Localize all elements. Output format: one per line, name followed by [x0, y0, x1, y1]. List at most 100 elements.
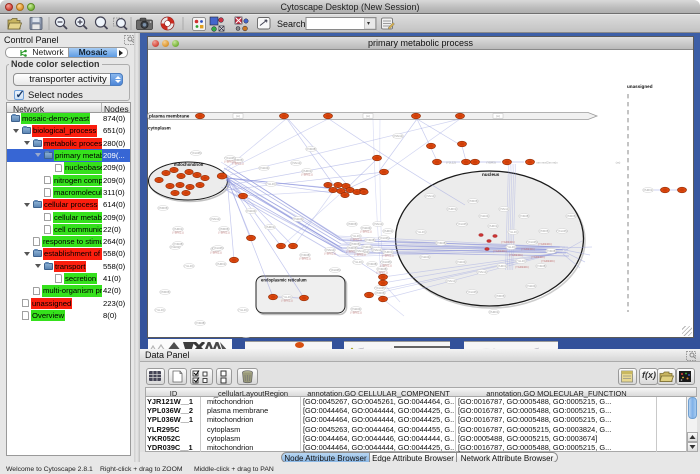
svg-text:(YDR05): (YDR05) — [160, 290, 170, 294]
svg-text:(YLL33): (YLL33) — [516, 259, 525, 263]
svg-text:(YOR28): (YOR28) — [546, 249, 556, 253]
svg-text:(YGR24): (YGR24) — [246, 209, 256, 213]
svg-text:(YDR05): (YDR05) — [566, 214, 576, 218]
svg-text:(YKL045): (YKL045) — [191, 151, 202, 155]
svg-text:(YHR01): (YHR01) — [216, 262, 226, 266]
svg-text:(YHR01): (YHR01) — [302, 169, 312, 173]
svg-text:(YKL045): (YKL045) — [379, 236, 390, 240]
svg-text:(YBR021): (YBR021) — [380, 264, 392, 268]
svg-text:(YDR05): (YDR05) — [347, 222, 357, 226]
svg-text:(YBR021): (YBR021) — [354, 253, 366, 257]
svg-text:(YBR021): (YBR021) — [350, 311, 362, 315]
svg-text:(YKL045): (YKL045) — [225, 156, 236, 160]
svg-text:(YHR01): (YHR01) — [383, 229, 393, 233]
svg-text:(YOR28): (YOR28) — [536, 264, 546, 268]
svg-text:(YDR3): (YDR3) — [486, 160, 495, 164]
svg-text:(YLL33): (YLL33) — [416, 230, 425, 234]
svg-text:(YGR240C): (YGR240C) — [531, 255, 545, 259]
svg-text:(YOR28): (YOR28) — [195, 321, 205, 325]
svg-text:(YGR240C): (YGR240C) — [501, 240, 515, 244]
svg-text:(YDR05): (YDR05) — [495, 294, 505, 298]
svg-text:(YOR28): (YOR28) — [519, 214, 529, 218]
svg-text:(YDR05): (YDR05) — [539, 229, 549, 233]
svg-text:(YGR240C): (YGR240C) — [493, 249, 507, 253]
svg-text:(YOR28): (YOR28) — [436, 241, 446, 245]
svg-text:(YGR240C): (YGR240C) — [515, 265, 529, 269]
svg-text:(YKL045): (YKL045) — [467, 290, 478, 294]
svg-text:(YHR01): (YHR01) — [489, 310, 499, 314]
svg-text:(YLL33): (YLL33) — [353, 260, 362, 264]
svg-text:(YBR021): (YBR021) — [324, 252, 336, 256]
svg-text:(YBR021): (YBR021) — [360, 230, 372, 234]
svg-text:(YKL045): (YKL045) — [457, 222, 468, 226]
svg-text:(YGR240C): (YGR240C) — [521, 247, 535, 251]
svg-text:(YML12): (YML12) — [372, 248, 382, 252]
svg-text:(YBR021): (YBR021) — [210, 251, 222, 255]
svg-text:(YGR240C): (YGR240C) — [509, 253, 523, 257]
svg-text:(YML12): (YML12) — [393, 134, 403, 138]
svg-text:(YGR24): (YGR24) — [351, 307, 361, 311]
svg-text:cytoplasm: cytoplasm — [148, 126, 171, 131]
svg-text:(YML12): (YML12) — [446, 279, 456, 283]
svg-text:(YML12): (YML12) — [425, 194, 435, 198]
svg-text:(YDR05): (YDR05) — [350, 242, 360, 246]
svg-text:mitochondrion: mitochondrion — [174, 162, 204, 167]
svg-text:(xx): (xx) — [496, 114, 500, 118]
svg-text:(YLL33): (YLL33) — [184, 264, 193, 268]
svg-text:(YOR28): (YOR28) — [365, 238, 375, 242]
svg-text:(YHR01): (YHR01) — [383, 250, 393, 254]
svg-text:(YBR021): (YBR021) — [350, 238, 362, 242]
svg-text:(YML12): (YML12) — [210, 217, 220, 221]
svg-text:(YLL33): (YLL33) — [351, 234, 360, 238]
svg-text:(YHR01): (YHR01) — [265, 225, 275, 229]
svg-text:(YOR28): (YOR28) — [173, 242, 183, 246]
svg-text:(YLL33): (YLL33) — [155, 308, 164, 312]
svg-text:(YLL33): (YLL33) — [506, 245, 515, 249]
svg-text:(YHR01): (YHR01) — [488, 224, 498, 228]
svg-text:(YGR24): (YGR24) — [259, 166, 269, 170]
svg-text:(YDR05): (YDR05) — [468, 199, 478, 203]
svg-text:(YGR24): (YGR24) — [456, 260, 466, 264]
svg-text:(YHR01): (YHR01) — [643, 188, 653, 192]
svg-text:(YGR24): (YGR24) — [526, 284, 536, 288]
svg-text:(YLL33): (YLL33) — [282, 295, 291, 299]
svg-text:(YHR01): (YHR01) — [173, 227, 183, 231]
svg-text:(YML12): (YML12) — [477, 270, 487, 274]
svg-text:(YGR240C): (YGR240C) — [538, 242, 552, 246]
svg-text:(YDR05): (YDR05) — [375, 291, 385, 295]
svg-text:(YBR021): (YBR021) — [382, 254, 394, 258]
svg-text:(YBR021): (YBR021) — [224, 160, 236, 164]
svg-text:(YGR24): (YGR24) — [362, 245, 372, 249]
svg-text:nucleus: nucleus — [482, 172, 500, 177]
svg-text:(YBR021): (YBR021) — [299, 257, 311, 261]
svg-text:(YGR24): (YGR24) — [293, 217, 303, 221]
svg-text:(YGR24): (YGR24) — [420, 255, 430, 259]
svg-text:(YOR28): (YOR28) — [306, 147, 316, 151]
svg-text:(YKL045): (YKL045) — [330, 268, 341, 272]
svg-text:(YLL33): (YLL33) — [266, 182, 275, 186]
svg-text:(xx): (xx) — [616, 160, 621, 164]
svg-text:(YJL12): (YJL12) — [446, 160, 456, 164]
svg-text:(YKL045): (YKL045) — [381, 260, 392, 264]
svg-text:(YML12): (YML12) — [499, 207, 509, 211]
svg-text:(YKL045): (YKL045) — [213, 246, 224, 250]
svg-text:(YBR021): (YBR021) — [301, 173, 313, 177]
svg-text:Search:: Search: — [277, 19, 308, 29]
svg-text:(YGR24): (YGR24) — [479, 214, 489, 218]
svg-text:(YML12): (YML12) — [355, 249, 365, 253]
svg-text:plasma membrane: plasma membrane — [149, 114, 190, 119]
svg-text:(xx): (xx) — [366, 114, 370, 118]
svg-text:(YOR28): (YOR28) — [300, 253, 310, 257]
svg-text:(YGR24): (YGR24) — [361, 226, 371, 230]
svg-text:(YML12): (YML12) — [373, 222, 383, 226]
svg-text:(YDR05): (YDR05) — [219, 227, 229, 231]
svg-text:(YML12): (YML12) — [325, 248, 335, 252]
svg-text:(YOR28): (YOR28) — [367, 262, 377, 266]
svg-text:(YBR021): (YBR021) — [218, 231, 230, 235]
svg-text:(YHR01): (YHR01) — [447, 207, 457, 211]
svg-text:(YLL33): (YLL33) — [508, 230, 517, 234]
svg-text:(YKL045): (YKL045) — [557, 229, 568, 233]
svg-text:(YBR021): (YBR021) — [172, 231, 184, 235]
svg-text:(YLL33): (YLL33) — [238, 308, 247, 312]
svg-text:(YKL045): (YKL045) — [375, 286, 386, 290]
